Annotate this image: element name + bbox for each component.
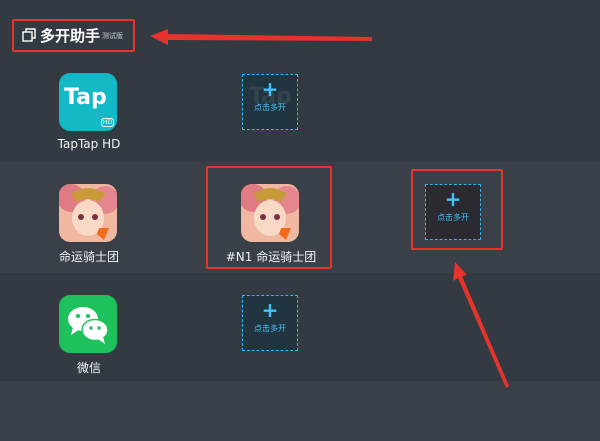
app-tile-wechat[interactable]: 微信 — [34, 295, 144, 375]
title-highlight-box: 多开助手 测试版 — [12, 19, 135, 52]
add-clone-slot-taptap[interactable]: Tap + 点击多开 — [242, 74, 298, 130]
app-tile-taptap[interactable]: Tap HD TapTap HD — [34, 73, 144, 163]
plus-icon: + — [261, 77, 279, 101]
add-clone-label: 点击多开 — [254, 103, 286, 112]
multi-window-icon — [22, 28, 36, 42]
app-label: 微信 — [76, 361, 101, 375]
taptap-logo-icon: Tap HD — [59, 73, 117, 131]
app-label: TapTap HD — [57, 137, 121, 151]
app-tile-fate-knights-clone[interactable]: #N1 命运骑士团 — [216, 184, 326, 264]
app-label: #N1 命运骑士团 — [225, 250, 317, 264]
version-badge: 测试版 — [102, 32, 123, 40]
plus-icon: + — [444, 187, 462, 211]
add-clone-slot-fate-knights[interactable]: + 点击多开 — [425, 184, 481, 240]
wechat-icon — [59, 295, 117, 353]
app-row-wechat: 微信 + 点击多开 — [0, 273, 600, 381]
app-tile-fate-knights[interactable]: 命运骑士团 — [34, 184, 144, 264]
header-bar: 多开助手 测试版 — [0, 0, 600, 62]
add-clone-label: 点击多开 — [437, 213, 469, 222]
plus-icon: + — [261, 298, 279, 322]
page-title: 多开助手 — [40, 27, 101, 45]
fate-knights-icon — [241, 184, 299, 242]
app-row-taptap: Tap HD TapTap HD Tap + 点击多开 — [0, 62, 600, 173]
add-clone-slot-wechat[interactable]: + 点击多开 — [242, 295, 298, 351]
add-clone-label: 点击多开 — [254, 324, 286, 333]
app-label: 命运骑士团 — [58, 250, 119, 264]
footer-area — [0, 381, 600, 441]
fate-knights-icon — [59, 184, 117, 242]
app-row-fate-knights: 命运骑士团 #N1 命运骑士团 + 点击多开 — [0, 162, 600, 273]
